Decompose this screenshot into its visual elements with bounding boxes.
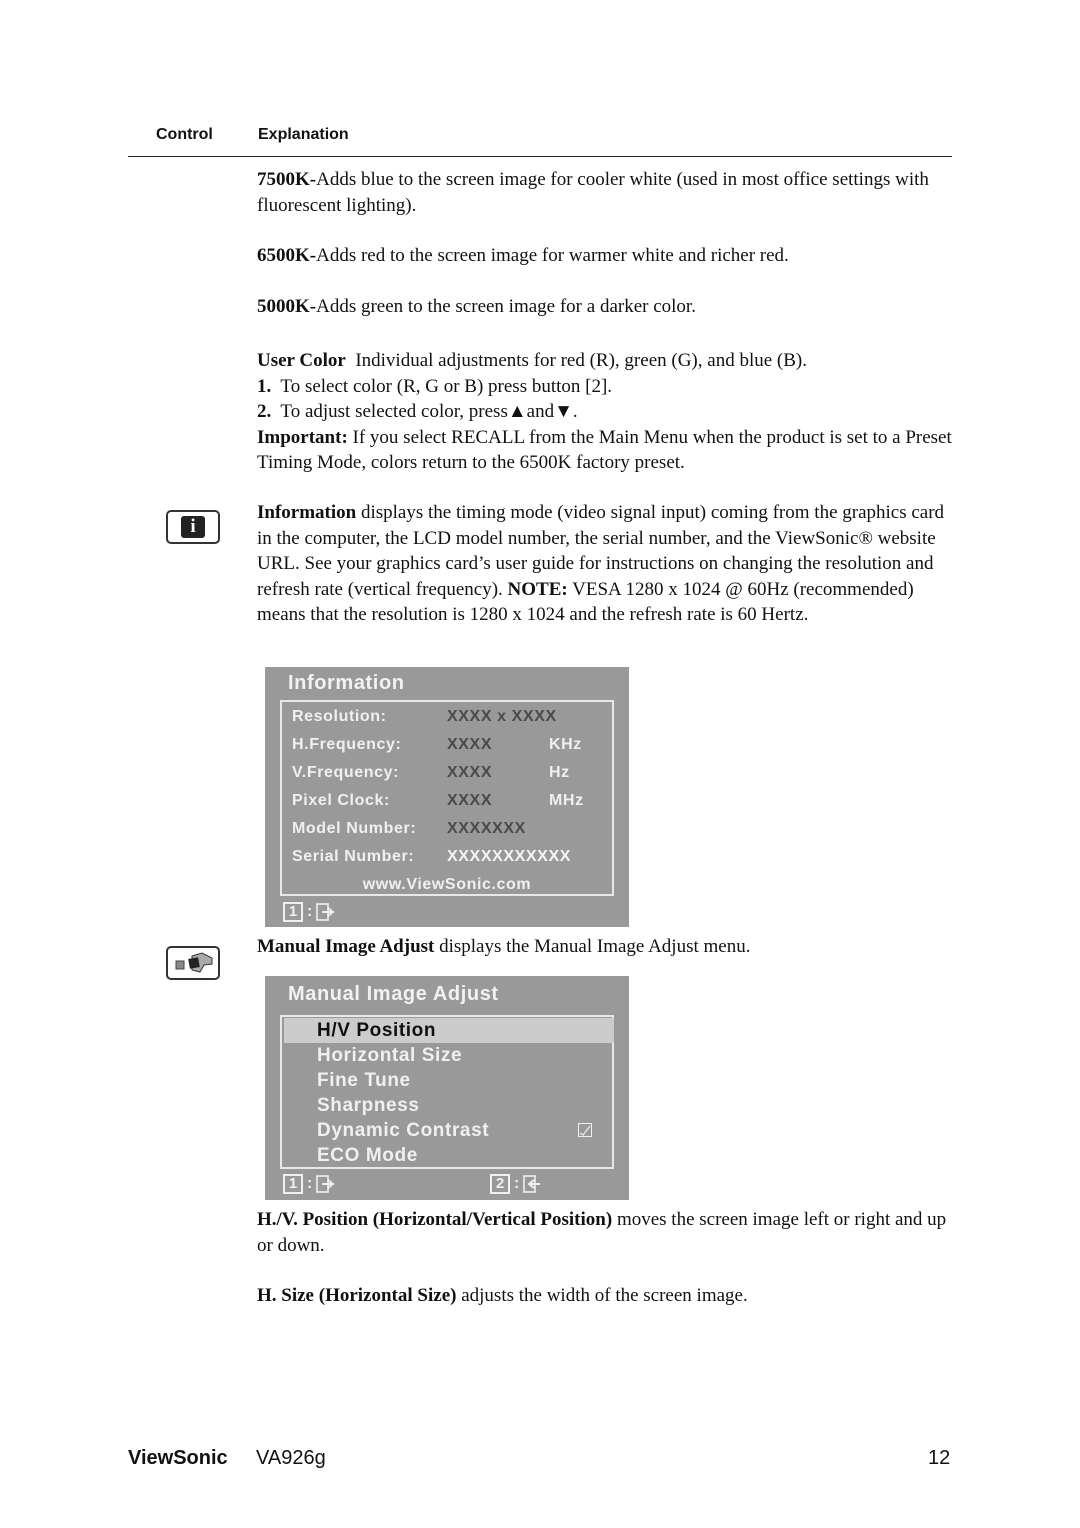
exit-icon xyxy=(316,903,335,921)
osd-row-label: V.Frequency: xyxy=(292,764,400,781)
menu-item-dynamic-contrast[interactable]: Dynamic Contrast xyxy=(284,1118,614,1143)
osd-row-value: XXXX xyxy=(447,736,493,753)
info-icon: i xyxy=(166,510,220,544)
information-label: Information xyxy=(257,502,357,523)
preset-label: 6500K- xyxy=(257,245,317,266)
osd-menu-frame: H/V Position Horizontal Size Fine Tune S… xyxy=(280,1015,614,1169)
checkbox-icon[interactable] xyxy=(578,1123,592,1137)
preset-6500k: 6500K-Adds red to the screen image for w… xyxy=(257,243,957,269)
information-section: Information displays the timing mode (vi… xyxy=(257,500,952,628)
user-color-step-2: 2. To adjust selected color, press▲and▼. xyxy=(257,399,957,425)
osd-row-value: XXXXXXXXXXX xyxy=(447,848,571,865)
manual-image-adjust-section: Manual Image Adjust displays the Manual … xyxy=(257,934,957,960)
osd-row-pixel-clock: Pixel Clock: XXXX MHz xyxy=(292,792,584,810)
h-size-section: H. Size (Horizontal Size) adjusts the wi… xyxy=(257,1283,957,1309)
manual-image-adjust-text: displays the Manual Image Adjust menu. xyxy=(439,936,751,957)
osd-footer-key2: 2 : xyxy=(490,1174,543,1194)
menu-item-eco-mode[interactable]: ECO Mode xyxy=(284,1143,614,1168)
osd-row-label: H.Frequency: xyxy=(292,736,402,753)
step-number: 1. xyxy=(257,375,272,397)
h-size-label: H. Size (Horizontal Size) xyxy=(257,1285,457,1306)
osd-info-frame: Resolution: XXXX x XXXX H.Frequency: XXXX K… xyxy=(280,700,614,896)
osd-row-label: Model Number: xyxy=(292,820,417,837)
step-text: To adjust selected color, press▲and▼. xyxy=(280,401,578,422)
key-1-badge: 1 xyxy=(283,902,303,922)
important-text: If you select RECALL from the Main Menu … xyxy=(257,426,952,474)
osd-title: Information xyxy=(288,672,405,694)
preset-5000k: 5000K-Adds green to the screen image for… xyxy=(257,294,957,320)
manual-image-adjust-osd: Manual Image Adjust H/V Position Horizon… xyxy=(265,976,629,1200)
key-separator: : xyxy=(514,1175,520,1192)
key-1-badge: 1 xyxy=(283,1174,303,1194)
osd-row-hfrequency: H.Frequency: XXXX KHz xyxy=(292,736,582,754)
osd-row-value: XXXXXXX xyxy=(447,820,526,837)
user-color-desc: User Color Individual adjustments for re… xyxy=(257,348,957,374)
osd-row-value: XXXX xyxy=(447,792,493,809)
osd-footer: 1 : xyxy=(283,902,336,922)
osd-row-unit: Hz xyxy=(549,764,570,781)
osd-row-serial-number: Serial Number: XXXXXXXXXXX xyxy=(292,848,571,866)
osd-title: Manual Image Adjust xyxy=(288,983,499,1005)
key-2-badge: 2 xyxy=(490,1174,510,1194)
enter-icon xyxy=(523,1175,541,1193)
osd-url: www.ViewSonic.com xyxy=(362,876,532,893)
footer-brand: ViewSonic xyxy=(128,1447,228,1469)
exit-icon xyxy=(316,1175,335,1193)
osd-row-vfrequency: V.Frequency: XXXX Hz xyxy=(292,764,570,782)
osd-row-model-number: Model Number: XXXXXXX xyxy=(292,820,526,838)
preset-7500k: 7500K-Adds blue to the screen image for … xyxy=(257,167,957,218)
osd-row-value: XXXX xyxy=(447,764,493,781)
osd-row-unit: KHz xyxy=(549,736,582,753)
step-text: To select color (R, G or B) press button… xyxy=(280,375,613,397)
key-separator: : xyxy=(307,1175,313,1192)
osd-row-label: Serial Number: xyxy=(292,848,415,865)
preset-text: Adds red to the screen image for warmer … xyxy=(316,245,789,266)
user-color-section: User Color Individual adjustments for re… xyxy=(257,348,957,476)
manual-image-adjust-label: Manual Image Adjust xyxy=(257,936,435,957)
menu-item-fine-tune[interactable]: Fine Tune xyxy=(284,1068,614,1093)
wrench-icon xyxy=(166,946,220,980)
column-header-control: Control xyxy=(156,126,213,143)
header-divider xyxy=(128,156,952,157)
menu-item-label: Dynamic Contrast xyxy=(317,1120,490,1141)
key-separator: : xyxy=(307,903,313,920)
h-size-text: adjusts the width of the screen image. xyxy=(461,1285,748,1306)
menu-item-hv-position[interactable]: H/V Position xyxy=(284,1018,614,1043)
user-color-label: User Color xyxy=(257,350,346,371)
important-label: Important: xyxy=(257,426,348,448)
hv-position-label: H./V. Position (Horizontal/Vertical Posi… xyxy=(257,1209,613,1230)
hv-position-section: H./V. Position (Horizontal/Vertical Posi… xyxy=(257,1207,957,1258)
osd-row-value: XXXX x XXXX xyxy=(447,708,557,725)
user-color-step-1: 1. To select color (R, G or B) press but… xyxy=(257,374,957,400)
osd-row-label: Resolution: xyxy=(292,708,387,725)
osd-row-label: Pixel Clock: xyxy=(292,792,390,809)
note-label: NOTE: xyxy=(507,578,568,600)
preset-label: 7500K- xyxy=(257,169,317,190)
information-osd: Information Resolution: XXXX x XXXX H.Fre… xyxy=(265,667,629,927)
osd-row-resolution: Resolution: XXXX x XXXX xyxy=(292,708,557,726)
menu-item-sharpness[interactable]: Sharpness xyxy=(284,1093,614,1118)
preset-label: 5000K- xyxy=(257,296,317,317)
footer-model: VA926g xyxy=(256,1447,326,1469)
preset-text: Adds green to the screen image for a dar… xyxy=(316,296,696,317)
menu-item-horizontal-size[interactable]: Horizontal Size xyxy=(284,1043,614,1068)
preset-text: Adds blue to the screen image for cooler… xyxy=(257,169,929,216)
osd-row-unit: MHz xyxy=(549,792,584,809)
page-number: 12 xyxy=(928,1447,951,1469)
important-note: Important: If you select RECALL from the… xyxy=(257,425,957,476)
user-color-text: Individual adjustments for red (R), gree… xyxy=(355,350,807,371)
step-number: 2. xyxy=(257,401,272,422)
osd-footer-key1: 1 : xyxy=(283,1174,336,1194)
column-header-explanation: Explanation xyxy=(258,126,349,143)
